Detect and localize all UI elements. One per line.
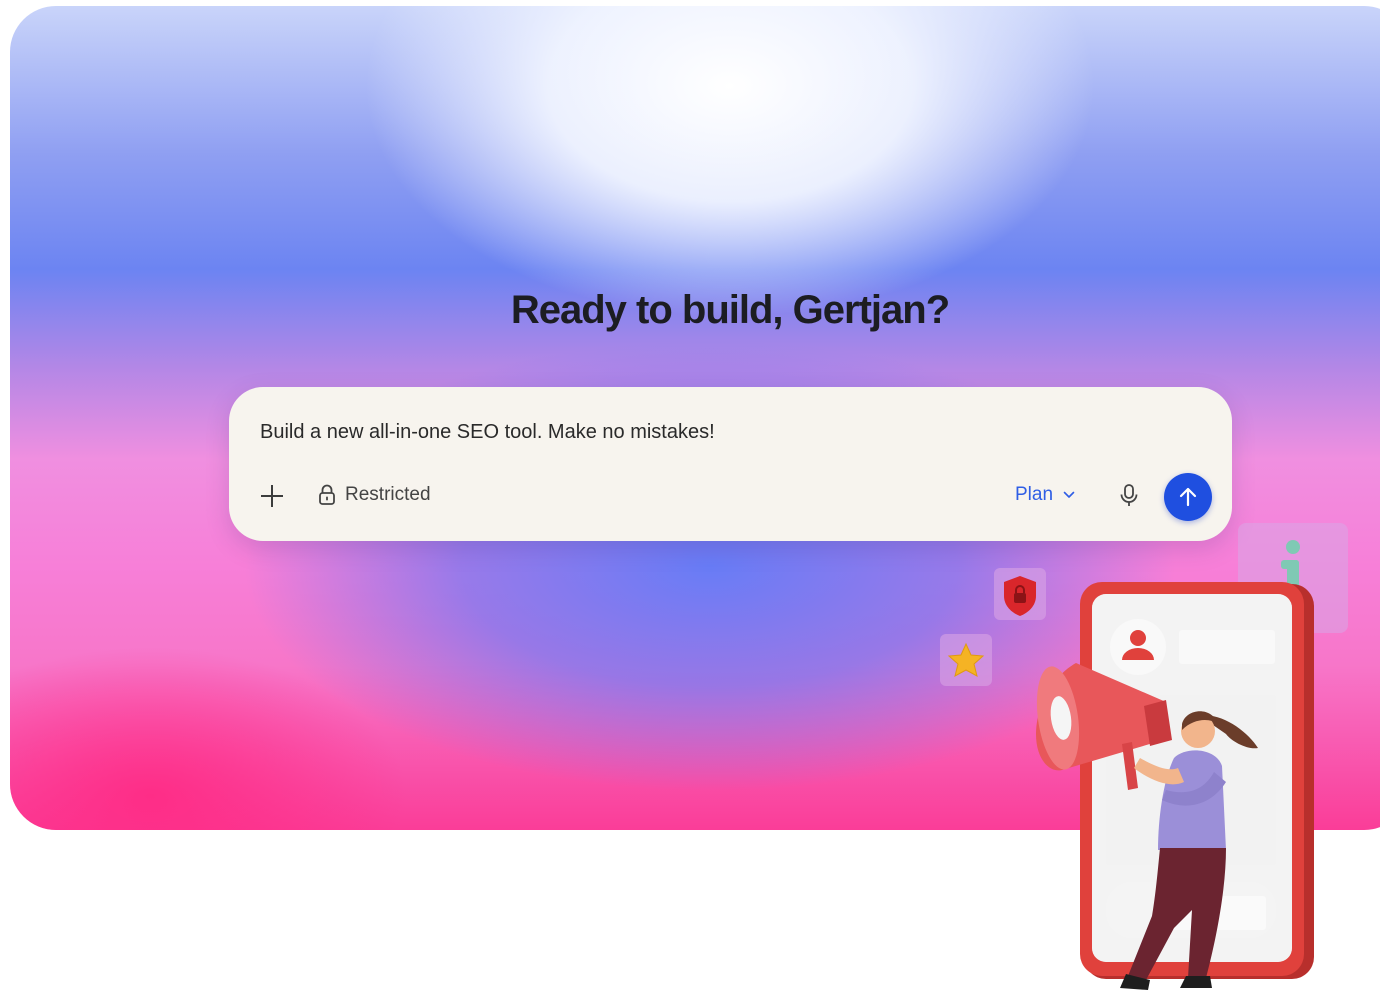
- lock-icon: [319, 484, 335, 505]
- composer-toolbar: Restricted Plan: [229, 473, 1232, 521]
- arrow-up-icon: [1179, 487, 1197, 507]
- marketing-illustration: [940, 523, 1348, 990]
- prompt-composer[interactable]: Build a new all-in-one SEO tool. Make no…: [229, 387, 1232, 541]
- mode-label: Plan: [1015, 484, 1054, 505]
- mode-dropdown[interactable]: Plan: [1015, 484, 1075, 506]
- star-icon: [940, 634, 992, 686]
- plus-icon[interactable]: [259, 483, 285, 509]
- send-button[interactable]: [1164, 473, 1212, 521]
- chevron-down-icon: [1063, 491, 1075, 498]
- prompt-input[interactable]: Build a new all-in-one SEO tool. Make no…: [260, 421, 715, 444]
- visibility-label: Restricted: [345, 484, 431, 505]
- visibility-button[interactable]: Restricted: [317, 484, 431, 506]
- shield-icon: [994, 568, 1046, 620]
- page-title: Ready to build, Gertjan?: [510, 288, 950, 332]
- hero-glow: [10, 646, 410, 830]
- page: Ready to build, Gertjan? Build a new all…: [0, 0, 1380, 995]
- microphone-icon[interactable]: [1118, 483, 1140, 509]
